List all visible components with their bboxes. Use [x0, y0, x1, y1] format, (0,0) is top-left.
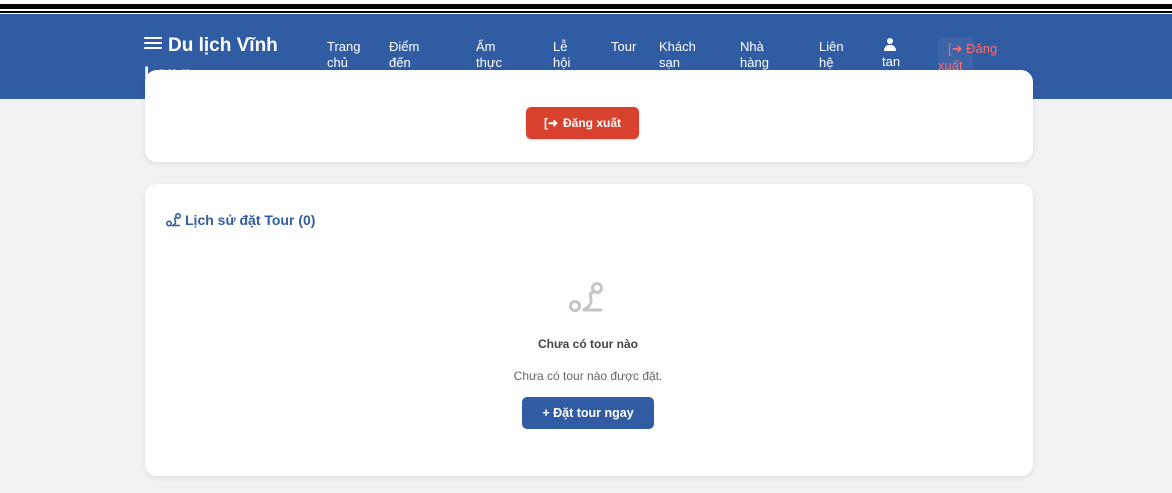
nav-item-hotels[interactable]: Khách sạn: [659, 39, 703, 71]
nav-logout-line1: [➜ Đăng: [948, 40, 1008, 57]
sign-out-icon: [➜: [948, 41, 963, 56]
nav-label: Trang chủ: [327, 39, 361, 70]
user-name: tan: [882, 54, 901, 69]
nav-item-home[interactable]: Trang chủ: [327, 39, 377, 71]
nav-item-cuisine[interactable]: Ẩm thực: [476, 39, 516, 71]
nav-label: Tour: [611, 39, 637, 54]
top-clipped-strip: [0, 0, 1172, 14]
nav-label: Ẩm thực: [476, 39, 503, 70]
sign-out-icon: [➜: [543, 116, 559, 130]
nav-label: Điểm đến: [389, 39, 420, 70]
nav-item-tour[interactable]: Tour: [611, 39, 661, 55]
logout-button-label: Đăng xuất: [563, 116, 622, 130]
top-border-thick: [0, 4, 1172, 9]
nav-label: Nhà hàng: [740, 39, 769, 70]
empty-state-description: Chưa có tour nào được đặt.: [513, 369, 663, 383]
empty-state-title: Chưa có tour nào: [537, 337, 639, 351]
nav-user[interactable]: tan: [882, 38, 932, 70]
menu-lines-icon: [144, 37, 164, 51]
nav-logout-label1: Đăng: [966, 41, 998, 56]
nav-label: Liên hệ: [819, 39, 844, 70]
tour-history-title: Lịch sử đặt Tour (0): [166, 212, 315, 228]
nav-item-destinations[interactable]: Điểm đến: [389, 39, 439, 71]
nav-label: Khách sạn: [659, 39, 696, 70]
book-tour-button[interactable]: + Đặt tour ngay: [522, 397, 654, 429]
user-icon: [884, 38, 896, 52]
nav-item-contact[interactable]: Liên hệ: [819, 39, 851, 71]
top-border-thin: [0, 11, 1172, 13]
nav-item-restaurants[interactable]: Nhà hàng: [740, 39, 780, 71]
nav-item-festivals[interactable]: Lễ hội: [553, 39, 585, 71]
logout-button[interactable]: [➜ Đăng xuất: [526, 107, 639, 139]
nav-label: Lễ hội: [553, 39, 571, 70]
route-icon: [569, 282, 603, 312]
route-icon: [166, 213, 181, 227]
tour-history-title-text: Lịch sử đặt Tour (0): [185, 212, 316, 228]
